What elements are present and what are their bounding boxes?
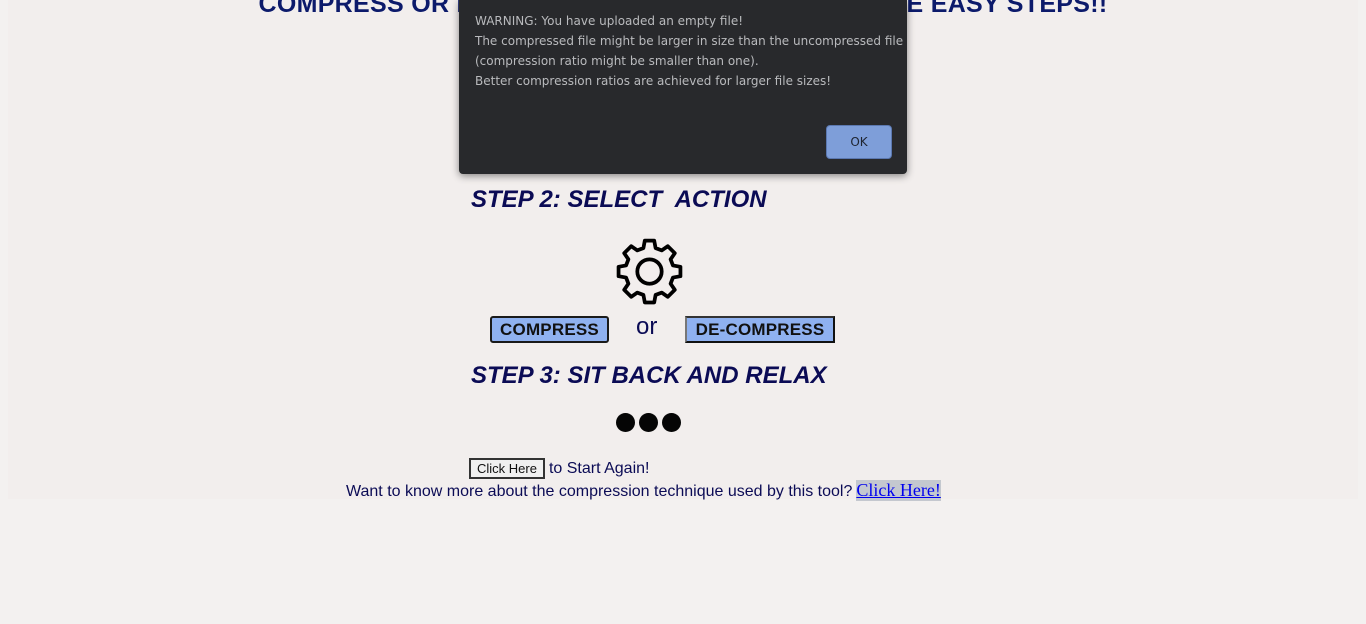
dialog-line: Better compression ratios are achieved f… [475,74,832,88]
dialog-line: WARNING: You have uploaded an empty file… [475,14,744,28]
compress-button[interactable]: COMPRESS [490,316,609,343]
dialog-message: WARNING: You have uploaded an empty file… [475,11,904,91]
step2-heading: STEP 2: SELECT ACTION [471,186,767,213]
dot-icon [639,413,658,432]
alert-dialog: WARNING: You have uploaded an empty file… [459,0,907,174]
dot-icon [662,413,681,432]
info-row: Want to know more about the compression … [346,480,941,501]
or-label: or [636,313,658,340]
dialog-line: The compressed file might be larger in s… [475,34,904,48]
gear-icon [616,238,683,305]
start-again-text: to Start Again! [548,459,650,477]
loading-dots-icon [616,413,681,432]
dot-icon [616,413,635,432]
step3-heading: STEP 3: SIT BACK AND RELAX [471,362,827,389]
info-text: Want to know more about the compression … [346,483,853,500]
restart-row: Click Here to Start Again! [469,458,649,479]
ok-button[interactable]: OK [826,125,892,159]
start-again-button[interactable]: Click Here [469,458,545,479]
dialog-line: (compression ratio might be smaller than… [475,54,759,68]
decompress-button[interactable]: DE-COMPRESS [685,316,835,343]
info-link[interactable]: Click Here! [856,480,941,501]
